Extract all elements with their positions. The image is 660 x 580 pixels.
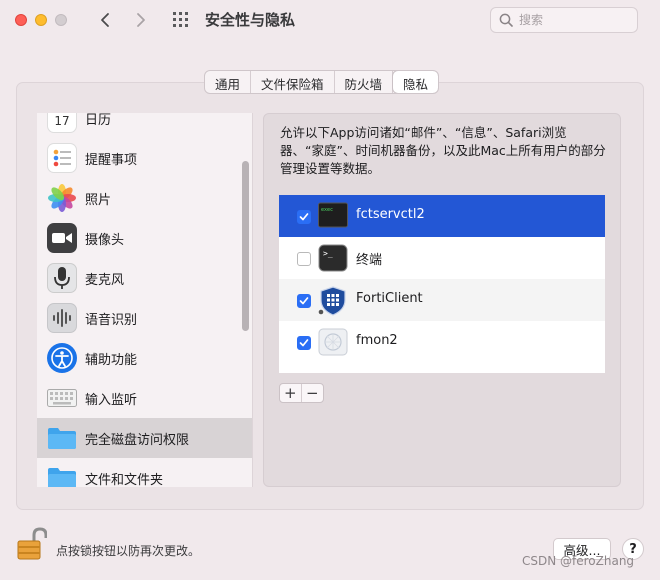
title-bar: 安全性与隐私 [0, 0, 660, 40]
app-checkbox[interactable] [297, 252, 311, 266]
sidebar-item-label: 麦克风 [85, 272, 125, 288]
search-box[interactable] [490, 7, 638, 33]
search-icon [499, 13, 513, 27]
speech-recognition-icon [47, 303, 77, 333]
tab-firewall[interactable]: 防火墙 [335, 71, 394, 93]
grid-icon [173, 12, 188, 27]
remove-app-button[interactable]: − [302, 384, 323, 402]
sidebar-item-label: 辅助功能 [85, 352, 138, 368]
unlocked-padlock-icon [17, 527, 48, 560]
terminal-icon: >_ [318, 244, 348, 272]
sidebar-item-reminders[interactable]: 提醒事项 [37, 138, 252, 178]
chevron-left-icon [101, 13, 109, 27]
folder-icon [47, 423, 77, 453]
search-input[interactable] [519, 13, 629, 27]
lock-hint: 点按锁按钮以防再次更改。 [56, 544, 201, 558]
sidebar-item-files-and-folders[interactable]: 文件和文件夹 [37, 458, 252, 487]
sidebar-item-accessibility[interactable]: 辅助功能 [37, 338, 252, 378]
accessibility-icon [47, 343, 77, 373]
calendar-icon: 17 [47, 113, 77, 133]
app-row-fmon2[interactable]: fmon2 [279, 321, 605, 363]
photos-icon [47, 183, 77, 213]
sidebar-item-full-disk-access[interactable]: 完全磁盘访问权限 [37, 418, 252, 458]
lock-button[interactable] [17, 527, 48, 561]
sidebar-item-label: 摄像头 [85, 232, 125, 248]
camera-icon [47, 223, 77, 253]
svg-text:>_: >_ [323, 249, 333, 258]
close-button[interactable] [15, 14, 27, 26]
svg-text:17: 17 [54, 114, 69, 128]
sidebar-item-photos[interactable]: 照片 [37, 178, 252, 218]
sidebar-item-label: 语音识别 [85, 312, 138, 328]
add-remove-controls: + − [279, 383, 324, 403]
microphone-icon [47, 263, 77, 293]
app-checkbox[interactable] [297, 210, 311, 224]
sidebar-scrollbar[interactable] [238, 113, 253, 487]
tab-bar: 通用 文件保险箱 防火墙 隐私 [204, 70, 440, 94]
sidebar-item-label: 完全磁盘访问权限 [85, 432, 190, 448]
app-checkbox[interactable] [297, 294, 311, 308]
back-button[interactable] [94, 9, 116, 31]
reminders-icon [47, 143, 77, 173]
generic-app-icon [318, 328, 348, 356]
checkmark-icon [299, 339, 309, 347]
tab-privacy[interactable]: 隐私 [393, 71, 439, 93]
sidebar-item-calendar[interactable]: 17 日历 [37, 113, 252, 138]
sidebar-scroll-thumb[interactable] [242, 161, 249, 331]
keyboard-icon [47, 383, 77, 413]
app-name: fmon2 [356, 333, 398, 348]
tab-filevault[interactable]: 文件保险箱 [251, 71, 335, 93]
sidebar-item-label: 文件和文件夹 [85, 472, 164, 488]
app-name: fctservctl2 [356, 207, 425, 222]
app-checkbox[interactable] [297, 336, 311, 350]
app-row-fctservctl2[interactable]: exec fctservctl2 [279, 195, 605, 237]
app-name: 终端 [356, 253, 383, 268]
tab-general[interactable]: 通用 [205, 71, 252, 93]
sidebar-item-camera[interactable]: 摄像头 [37, 218, 252, 258]
access-description: 允许以下App访问诸如“邮件”、“信息”、Safari浏览器、“家庭”、时间机器… [280, 125, 606, 176]
sidebar-item-input-monitoring[interactable]: 输入监听 [37, 378, 252, 418]
sidebar-item-label: 提醒事项 [85, 152, 138, 168]
app-name: FortiClient [356, 291, 423, 306]
terminal-exec-icon: exec [318, 202, 348, 230]
app-access-list[interactable]: exec fctservctl2 >_ 终端 FortiClient fmon2 [279, 195, 605, 373]
app-row-terminal[interactable]: >_ 终端 [279, 237, 605, 279]
window-title: 安全性与隐私 [205, 11, 296, 29]
show-all-button[interactable] [170, 10, 192, 30]
folder-icon [47, 463, 77, 487]
forward-button[interactable] [130, 9, 152, 31]
add-app-button[interactable]: + [280, 384, 302, 402]
sidebar-item-label: 日历 [85, 113, 112, 128]
svg-text:exec: exec [321, 207, 333, 213]
checkmark-icon [299, 297, 309, 305]
watermark: CSDN @feroZhang [522, 554, 635, 568]
sidebar-item-label: 输入监听 [85, 392, 138, 408]
sidebar-item-label: 照片 [85, 192, 112, 208]
minimize-button[interactable] [35, 14, 47, 26]
forticlient-shield-icon [318, 286, 348, 316]
zoom-button[interactable] [55, 14, 67, 26]
sidebar-item-microphone[interactable]: 麦克风 [37, 258, 252, 298]
app-row-forticlient[interactable]: FortiClient [279, 279, 605, 321]
chevron-right-icon [137, 13, 145, 27]
privacy-category-list[interactable]: 17 日历 提醒事项 照片 摄像头 麦克风 语音识别 辅助功能 输入监听 完全磁… [37, 113, 253, 487]
checkmark-icon [299, 213, 309, 221]
sidebar-item-speech-recognition[interactable]: 语音识别 [37, 298, 252, 338]
